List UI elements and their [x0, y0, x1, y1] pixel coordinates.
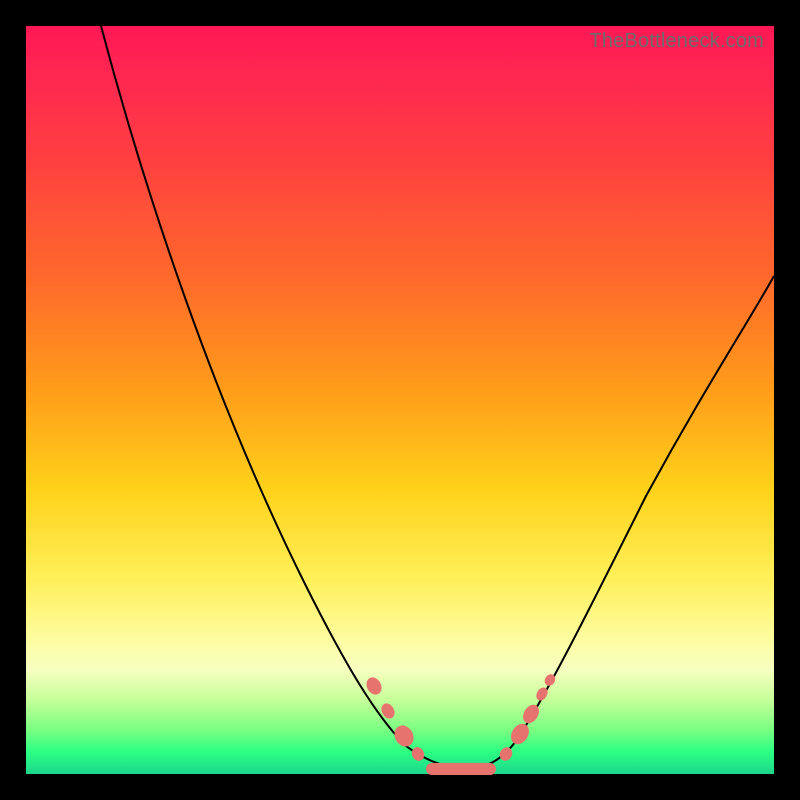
data-marker	[497, 745, 514, 763]
data-marker	[507, 720, 532, 747]
data-marker	[391, 722, 418, 750]
curve-left-branch	[101, 26, 466, 769]
data-marker	[410, 745, 427, 763]
data-marker-valley	[426, 763, 496, 775]
chart-frame: TheBottleneck.com	[0, 0, 800, 800]
curve-right-branch	[466, 276, 774, 769]
bottleneck-curve	[26, 26, 774, 774]
plot-area: TheBottleneck.com	[26, 26, 774, 774]
